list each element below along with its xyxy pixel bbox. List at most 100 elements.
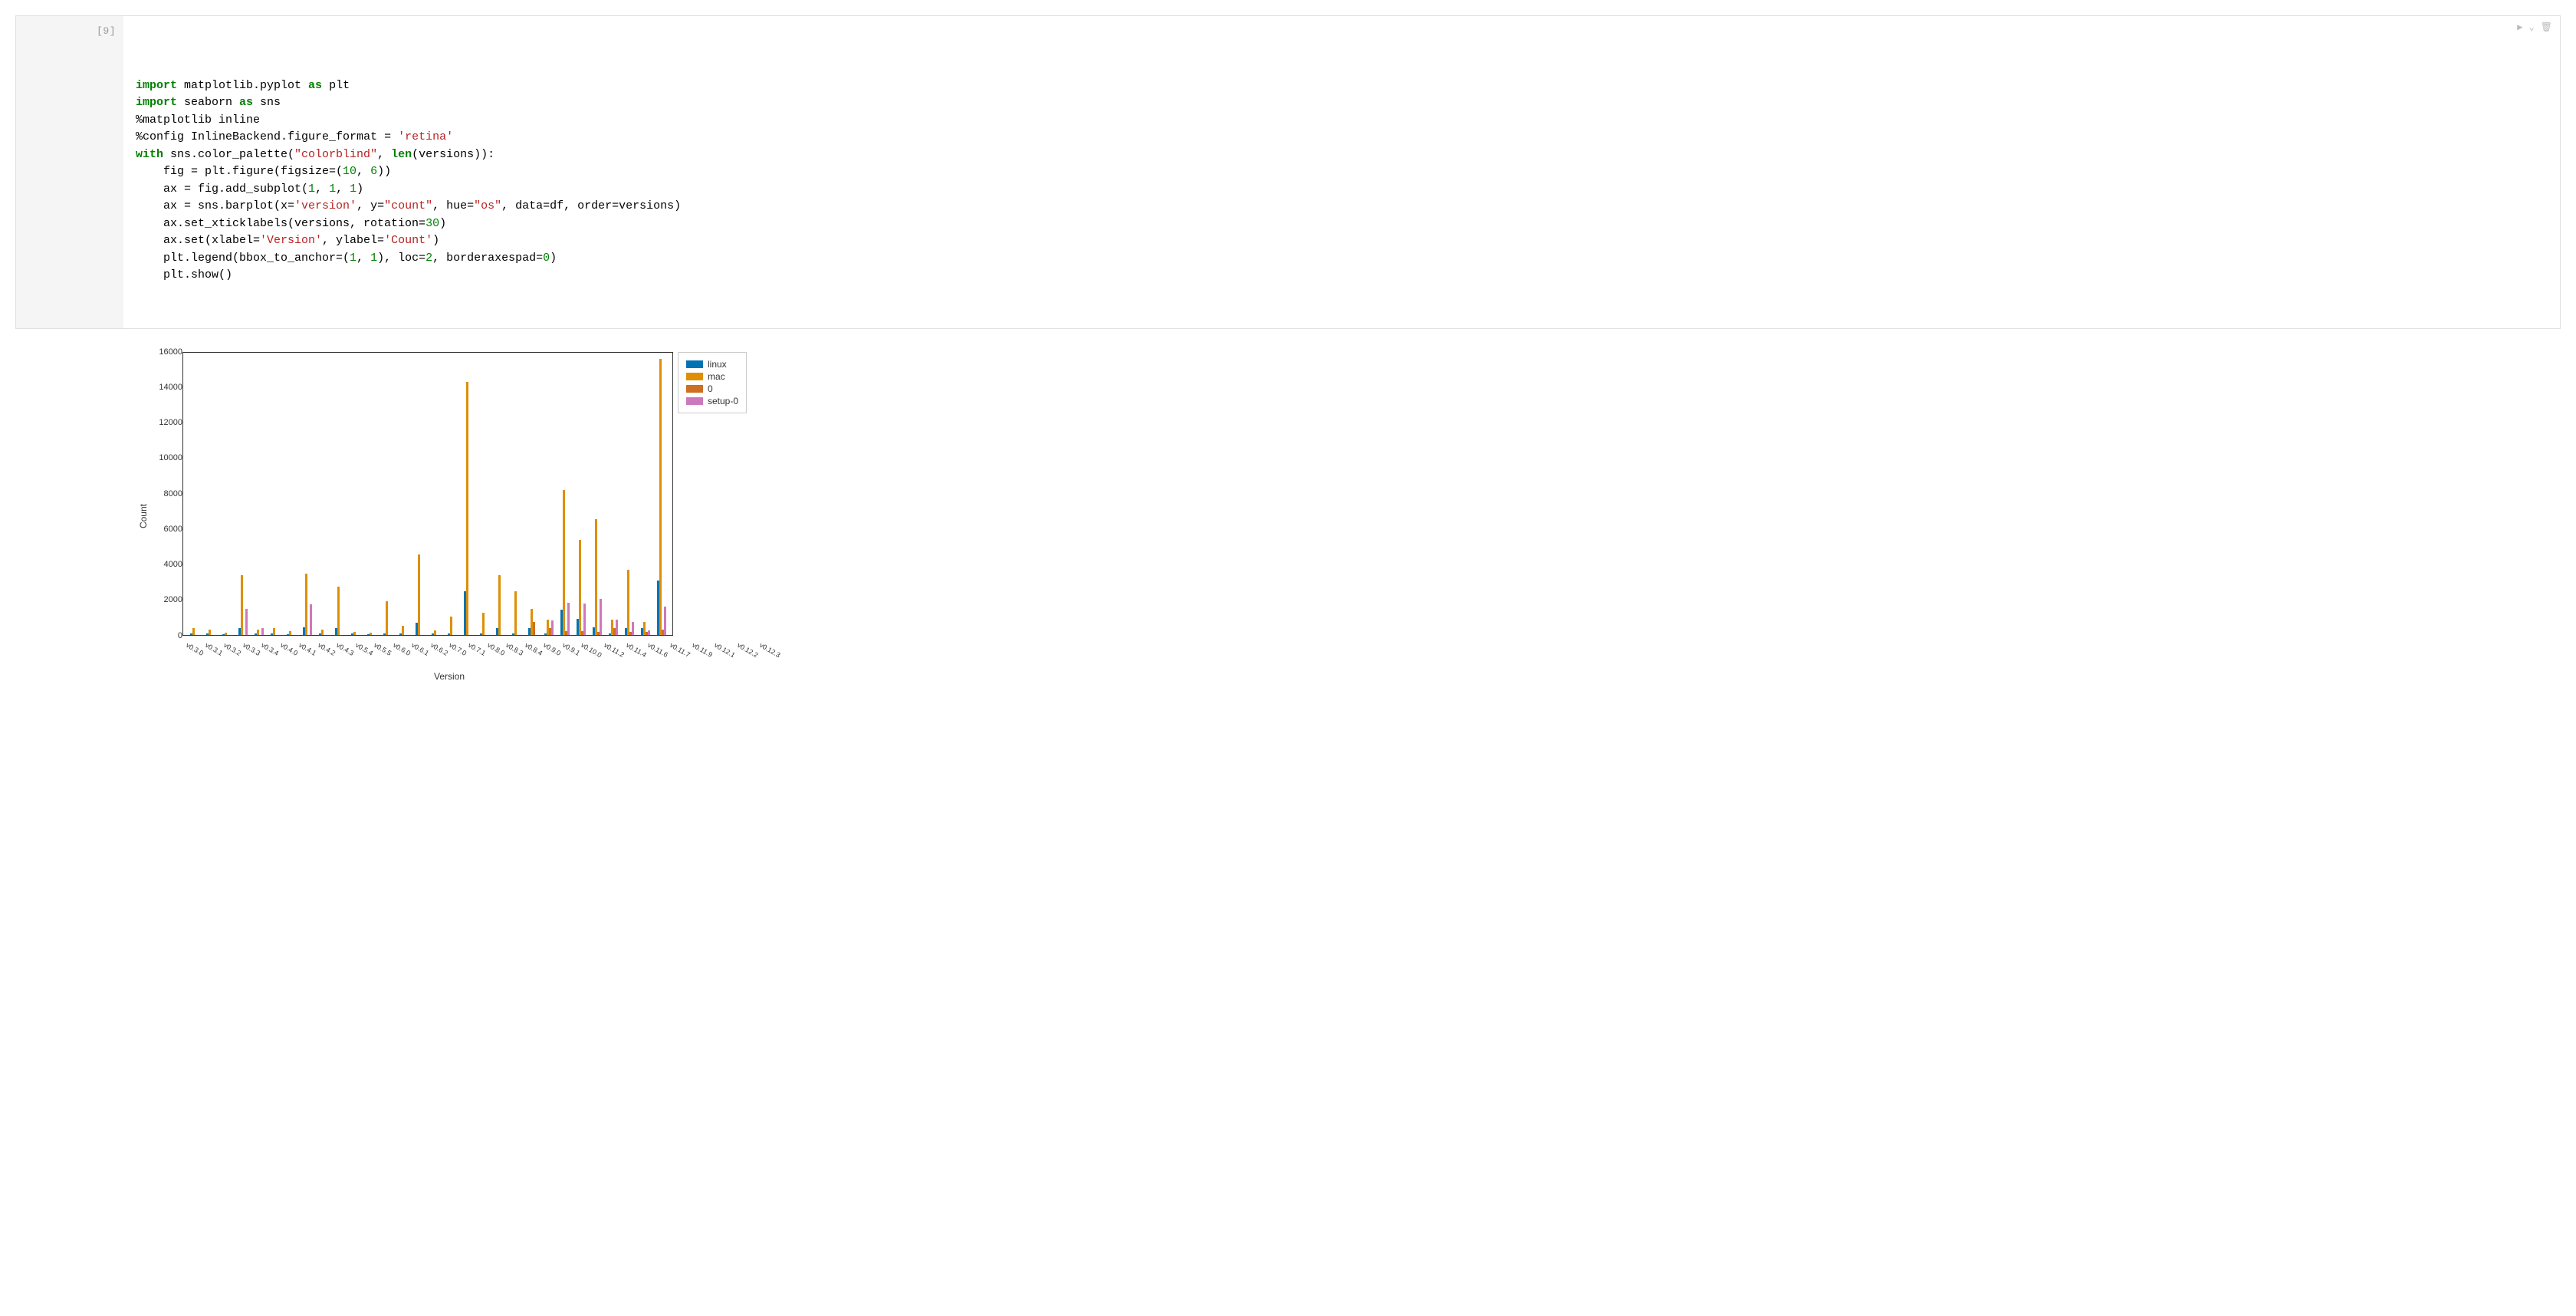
bar	[551, 620, 554, 635]
bar-group	[315, 353, 331, 635]
bar	[533, 622, 535, 634]
bar-group	[444, 353, 460, 635]
bar-group	[267, 353, 283, 635]
bar-group	[219, 353, 235, 635]
bar	[245, 609, 248, 635]
code-line: ax.set_xticklabels(versions, rotation=30…	[136, 215, 2548, 233]
legend-item: setup-0	[686, 396, 738, 406]
bar	[310, 604, 312, 634]
bar	[305, 574, 307, 635]
legend-label: mac	[708, 371, 725, 382]
bar-group	[621, 353, 637, 635]
bar	[579, 540, 581, 635]
legend-label: linux	[708, 359, 727, 370]
legend-label: 0	[708, 383, 713, 394]
bar-group	[524, 353, 540, 635]
legend-label: setup-0	[708, 396, 738, 406]
code-line: ax = fig.add_subplot(1, 1, 1)	[136, 181, 2548, 199]
bar-group	[492, 353, 508, 635]
bar	[353, 632, 356, 634]
bar	[616, 620, 618, 635]
bar-group	[347, 353, 363, 635]
plot-area	[182, 352, 673, 636]
cell-toolbar: ▶ ⌄ 🗑	[2517, 21, 2552, 35]
bar	[209, 630, 211, 635]
bar-group	[331, 353, 347, 635]
bar	[257, 630, 259, 635]
bar	[514, 591, 517, 635]
bar-group	[299, 353, 315, 635]
cell-output: Count 0200040006000800010000120001400016…	[15, 344, 2561, 689]
bar	[192, 628, 195, 634]
expand-icon[interactable]: ⌄	[2529, 21, 2535, 35]
bar-group	[283, 353, 299, 635]
prompt-area: [9]	[16, 16, 123, 328]
bar	[664, 607, 666, 635]
bar	[600, 599, 602, 634]
legend-swatch	[686, 360, 703, 368]
bar	[482, 613, 485, 635]
legend-item: mac	[686, 371, 738, 382]
bar	[632, 622, 634, 634]
bar	[370, 633, 372, 634]
run-cell-icon[interactable]: ▶	[2517, 21, 2522, 35]
bar	[563, 490, 565, 634]
bar-group	[557, 353, 573, 635]
bar-group	[637, 353, 653, 635]
code-line: %config InlineBackend.figure_format = 'r…	[136, 129, 2548, 146]
bar	[648, 630, 650, 635]
bar-group	[202, 353, 219, 635]
bar-group	[605, 353, 621, 635]
bar	[273, 628, 275, 634]
delete-cell-icon[interactable]: 🗑	[2541, 21, 2552, 35]
legend-item: 0	[686, 383, 738, 394]
execution-count: [9]	[24, 25, 116, 37]
bar-group	[186, 353, 202, 635]
legend-swatch	[686, 397, 703, 405]
bar-group	[380, 353, 396, 635]
bar	[498, 575, 501, 634]
bar	[434, 630, 436, 635]
bar	[321, 630, 324, 635]
bar-group	[573, 353, 589, 635]
barplot: Count 0200040006000800010000120001400016…	[138, 352, 2561, 682]
bar	[337, 587, 340, 634]
bar	[225, 633, 227, 635]
bar-group	[396, 353, 412, 635]
code-line: import seaborn as sns	[136, 94, 2548, 112]
x-tick: v0.12.3	[758, 636, 785, 659]
bar	[466, 382, 468, 635]
code-line: fig = plt.figure(figsize=(10, 6))	[136, 163, 2548, 181]
legend: linuxmac0 setup-0	[678, 352, 747, 413]
y-axis-label: Count	[138, 504, 149, 528]
bar	[583, 604, 586, 634]
bar-group	[460, 353, 476, 635]
bar	[659, 359, 662, 635]
bar-group	[508, 353, 524, 635]
legend-swatch	[686, 385, 703, 393]
bar	[567, 603, 570, 635]
bar	[386, 601, 388, 635]
y-axis: 0200040006000800010000120001400016000	[152, 352, 182, 636]
bar-group	[251, 353, 267, 635]
bar-group	[653, 353, 669, 635]
bar	[595, 519, 597, 634]
bar	[289, 631, 291, 635]
bar-group	[476, 353, 492, 635]
code-line: ax = sns.barplot(x='version', y="count",…	[136, 198, 2548, 215]
bar-group	[363, 353, 380, 635]
bar-group	[540, 353, 557, 635]
bar	[418, 554, 420, 634]
x-axis-label: Version	[152, 671, 747, 682]
bar-group	[428, 353, 444, 635]
code-input[interactable]: ▶ ⌄ 🗑 import matplotlib.pyplot as pltimp…	[123, 16, 2560, 328]
legend-item: linux	[686, 359, 738, 370]
code-line: ax.set(xlabel='Version', ylabel='Count')	[136, 232, 2548, 250]
bar-group	[235, 353, 251, 635]
bar	[241, 575, 243, 634]
code-line: import matplotlib.pyplot as plt	[136, 77, 2548, 95]
code-line: %matplotlib inline	[136, 112, 2548, 130]
code-line: with sns.color_palette("colorblind", len…	[136, 146, 2548, 164]
bar-group	[412, 353, 428, 635]
x-axis: v0.3.0v0.3.1v0.3.2v0.3.3v0.3.4v0.4.0v0.4…	[186, 636, 676, 650]
